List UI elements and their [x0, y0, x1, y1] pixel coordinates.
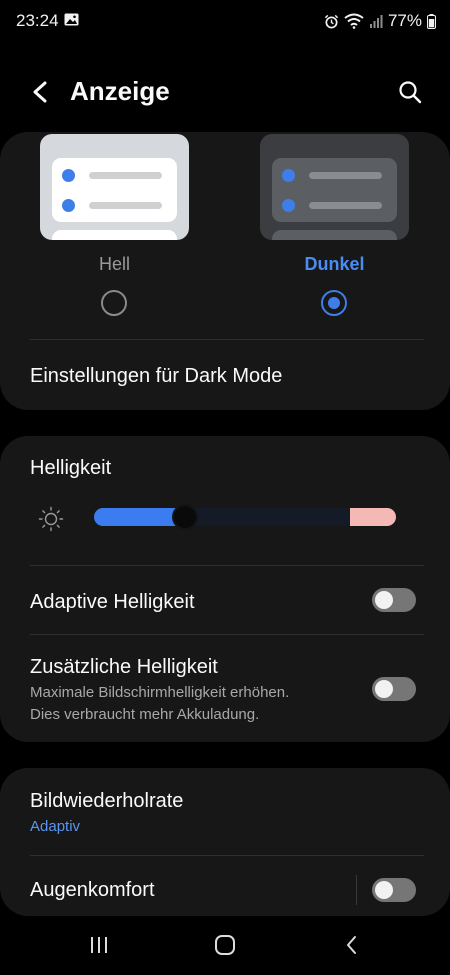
- theme-card: Hell Dunkel Einstellungen für Dark Mode: [0, 132, 450, 410]
- page-title: Anzeige: [70, 76, 170, 106]
- gallery-icon: [64, 13, 79, 26]
- eye-comfort-item[interactable]: Augenkomfort: [30, 879, 155, 902]
- adaptive-brightness-label: Adaptive Helligkeit: [30, 591, 195, 613]
- signal-icon: [369, 15, 383, 28]
- brightness-slider-thumb[interactable]: [172, 504, 198, 530]
- alarm-icon: [324, 14, 339, 28]
- navigation-bar: [0, 916, 450, 975]
- status-bar: 23:24 77%: [0, 0, 450, 42]
- refresh-rate-value: Adaptiv: [30, 818, 81, 835]
- back-icon: [347, 936, 356, 954]
- battery-percent: 77%: [387, 11, 422, 30]
- status-icons: 77%: [324, 10, 436, 32]
- eye-comfort-toggle[interactable]: [372, 878, 416, 902]
- status-time: 23:24: [16, 11, 59, 30]
- preview-list-box: [52, 158, 177, 222]
- extra-brightness-label: Zusätzliche Helligkeit: [30, 656, 218, 678]
- back-button[interactable]: [22, 76, 58, 108]
- divider: [30, 339, 424, 340]
- home-icon: [215, 935, 235, 955]
- brightness-title: Helligkeit: [30, 457, 112, 479]
- light-mode-preview[interactable]: [40, 134, 189, 240]
- dark-mode-preview[interactable]: [260, 134, 409, 240]
- brightness-slider-track[interactable]: [94, 508, 396, 526]
- battery-icon: [427, 13, 436, 29]
- preview-list-box: [272, 230, 397, 240]
- extra-brightness-toggle[interactable]: [372, 677, 416, 701]
- light-mode-label: Hell: [98, 254, 130, 274]
- display-card: Bildwiederholrate Adaptiv Augenkomfort: [0, 768, 450, 916]
- light-mode-radio[interactable]: [101, 290, 127, 316]
- dark-mode-label: Dunkel: [304, 254, 365, 274]
- divider: [30, 634, 424, 635]
- recent-apps-icon: [91, 937, 107, 953]
- preview-line: [309, 202, 382, 209]
- recent-apps-button[interactable]: [79, 930, 119, 960]
- wifi-icon: [344, 13, 364, 29]
- extra-brightness-zone: [350, 508, 396, 526]
- divider: [30, 565, 424, 566]
- extra-brightness-description: Dies verbraucht mehr Akkuladung.: [30, 706, 260, 723]
- search-button[interactable]: [392, 74, 428, 110]
- preview-list-box: [52, 230, 177, 240]
- brightness-card: Helligkeit Adaptive Helligkeit Zusätzlic…: [0, 436, 450, 742]
- search-icon: [399, 81, 422, 104]
- home-button[interactable]: [205, 930, 245, 960]
- refresh-rate-item[interactable]: Bildwiederholrate: [30, 790, 183, 813]
- preview-line: [89, 202, 162, 209]
- dark-mode-settings-item[interactable]: Einstellungen für Dark Mode: [30, 365, 282, 388]
- preview-list-box: [272, 158, 397, 222]
- adaptive-brightness-toggle[interactable]: [372, 588, 416, 612]
- preview-line: [309, 172, 382, 179]
- nav-back-button[interactable]: [331, 930, 371, 960]
- preview-line: [89, 172, 162, 179]
- dark-mode-radio[interactable]: [321, 290, 347, 316]
- preview-dot: [62, 199, 75, 212]
- preview-dot: [282, 169, 295, 182]
- sun-icon: [38, 506, 64, 532]
- divider: [30, 855, 424, 856]
- app-bar: Anzeige: [0, 62, 450, 122]
- back-arrow-icon: [33, 81, 47, 103]
- preview-dot: [62, 169, 75, 182]
- preview-dot: [282, 199, 295, 212]
- extra-brightness-description: Maximale Bildschirmhelligkeit erhöhen.: [30, 684, 290, 701]
- vertical-separator: [356, 875, 357, 905]
